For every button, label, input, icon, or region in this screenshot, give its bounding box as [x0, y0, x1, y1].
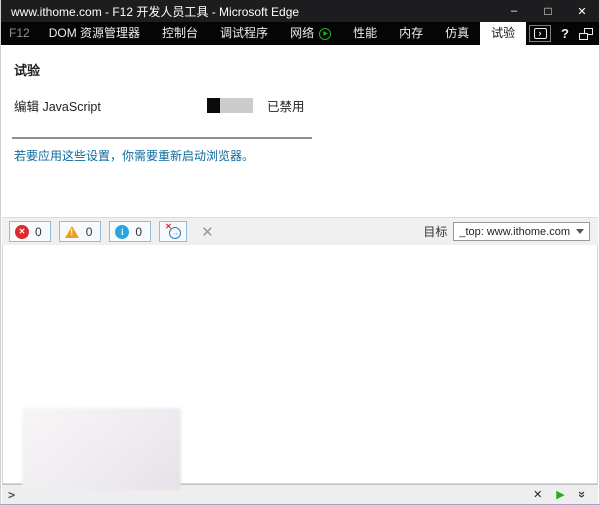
console-toolbar: ✕ 0 ! 0 i 0 ✕ → ✕ 目标 _top: www.ithome.co… [2, 217, 598, 245]
console-output [2, 245, 598, 490]
chevron-down-icon [576, 229, 584, 234]
warning-icon: ! [64, 225, 80, 238]
run-script-button[interactable]: ▶ [556, 488, 564, 501]
info-filter-button[interactable]: i 0 [109, 221, 152, 242]
experiments-panel: 试验 编辑 JavaScript 已禁用 若要应用这些设置，你需要重新启动浏览器… [2, 45, 598, 217]
tab-network-label: 网络 [290, 26, 315, 40]
edit-javascript-label: 编辑 JavaScript [14, 100, 101, 114]
tab-console[interactable]: 控制台 [151, 22, 209, 45]
error-count: 0 [35, 224, 42, 239]
error-icon: ✕ [15, 224, 29, 239]
edit-javascript-toggle[interactable] [207, 98, 253, 113]
info-count: 0 [135, 224, 143, 239]
divider [12, 137, 312, 139]
toggle-thumb [207, 98, 220, 113]
console-panel-icon: › [533, 28, 547, 39]
target-dropdown[interactable]: _top: www.ithome.com [453, 222, 590, 241]
tab-bar: F12 DOM 资源管理器 控制台 调试程序 网络 ▶ 性能 内存 仿真 试验 … [1, 22, 599, 45]
show-console-button[interactable]: › [529, 25, 552, 42]
network-recording-icon: ▶ [319, 27, 332, 40]
titlebar[interactable]: www.ithome.com - F12 开发人员工具 - Microsoft … [1, 0, 599, 22]
unpin-icon[interactable] [579, 27, 593, 40]
page-title: 试验 [14, 63, 41, 78]
clear-on-navigate-icon: ✕ → [165, 222, 182, 239]
tab-network[interactable]: 网络 ▶ [279, 22, 342, 45]
target-value: _top: www.ithome.com [459, 225, 570, 238]
console-input-buttons: ✕ ▶ » [533, 487, 598, 502]
help-button[interactable]: ? [561, 26, 569, 41]
blurred-watermark [22, 408, 181, 490]
close-button[interactable]: ✕ [565, 0, 599, 22]
toggle-state-label: 已禁用 [267, 100, 305, 114]
window-controls: – □ ✕ [497, 0, 599, 22]
console-prompt: > [8, 487, 16, 502]
target-label: 目标 [423, 225, 448, 239]
tab-memory[interactable]: 内存 [388, 22, 434, 45]
clear-input-button[interactable]: ✕ [533, 488, 542, 501]
tab-debugger[interactable]: 调试程序 [209, 22, 279, 45]
devtools-window: www.ithome.com - F12 开发人员工具 - Microsoft … [0, 0, 600, 505]
tab-performance[interactable]: 性能 [342, 22, 388, 45]
maximize-button[interactable]: □ [531, 0, 565, 22]
expand-input-button[interactable]: » [575, 491, 590, 498]
restart-notice: 若要应用这些设置，你需要重新启动浏览器。 [14, 149, 255, 163]
info-icon: i [115, 224, 130, 239]
warning-count: 0 [85, 224, 93, 239]
tab-f12[interactable]: F12 [1, 22, 38, 45]
target-group: 目标 _top: www.ithome.com [423, 222, 598, 241]
tab-dom-explorer[interactable]: DOM 资源管理器 [38, 22, 151, 45]
tab-experiments[interactable]: 试验 [480, 22, 527, 45]
minimize-button[interactable]: – [497, 0, 531, 22]
clear-on-navigate-button[interactable]: ✕ → [159, 221, 188, 242]
tab-emulation[interactable]: 仿真 [434, 22, 480, 45]
error-filter-button[interactable]: ✕ 0 [9, 221, 51, 242]
window-title: www.ithome.com - F12 开发人员工具 - Microsoft … [11, 4, 300, 19]
tabbar-right-buttons: › ? [529, 22, 593, 45]
clear-console-button[interactable]: ✕ [201, 223, 214, 241]
edit-javascript-setting-row: 编辑 JavaScript 已禁用 [14, 96, 598, 115]
warning-filter-button[interactable]: ! 0 [58, 221, 102, 242]
